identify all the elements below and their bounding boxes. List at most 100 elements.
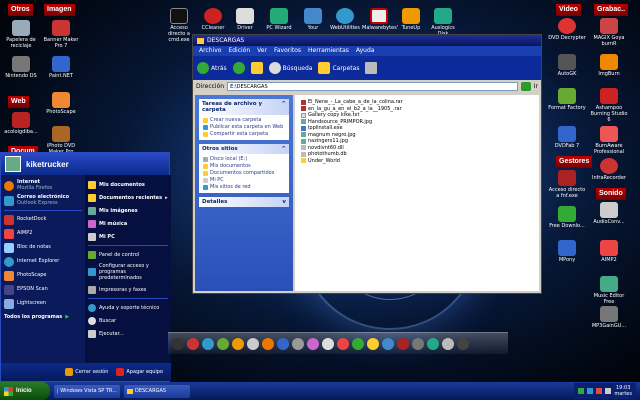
fnf-shortcut[interactable]: Acceso directo a fnf.exe	[548, 170, 586, 199]
task-new-folder[interactable]: Crear nueva carpeta	[203, 117, 285, 124]
format-factory-shortcut[interactable]: Format Factory	[548, 88, 586, 111]
sm-my-pc[interactable]: Mi PC	[85, 230, 171, 243]
sm-printers[interactable]: Impresoras y faxes	[85, 283, 171, 296]
taskbar-task-descargas[interactable]: DESCARGAS	[124, 384, 190, 398]
dock-item-icon[interactable]	[337, 337, 349, 350]
tray-icon[interactable]	[596, 388, 603, 394]
sm-control-panel[interactable]: Panel de control	[85, 248, 171, 261]
logoff-button[interactable]: Cerrar sesión	[65, 368, 108, 376]
file-item[interactable]: Under_World	[301, 158, 533, 165]
recent-ie[interactable]: Internet Explorer	[1, 255, 85, 269]
web-shortcut[interactable]: acoloigdiba...	[2, 112, 40, 135]
place-my-documents[interactable]: Mis documentos	[203, 163, 285, 170]
auslogics-shortcut[interactable]: Auslogics Disk	[426, 8, 460, 37]
malwarebytes-shortcut[interactable]: Malwarebytes'	[362, 8, 398, 31]
window-titlebar[interactable]: DESCARGAS	[193, 35, 541, 46]
autogk-shortcut[interactable]: AutoGK	[548, 54, 586, 77]
dock-item-icon[interactable]	[187, 337, 199, 350]
mpony-shortcut[interactable]: MPony	[548, 240, 586, 263]
up-folder-button[interactable]	[250, 62, 263, 74]
audioconverter-shortcut[interactable]: AudioConv...	[590, 202, 628, 225]
place-my-pc[interactable]: Mi PC	[203, 177, 285, 184]
sm-my-documents[interactable]: Mis documentos	[85, 178, 171, 191]
infrarecorder-shortcut[interactable]: InfraRecorder	[590, 158, 628, 181]
ashampoo-shortcut[interactable]: Ashampoo Burning Studio 6	[590, 88, 628, 123]
menu-edicion[interactable]: Edición	[228, 47, 250, 55]
sm-default-programs[interactable]: Configurar acceso y programas predetermi…	[85, 261, 171, 283]
tray-icon[interactable]	[587, 388, 594, 394]
start-button[interactable]: Inicio	[0, 382, 50, 400]
dock-item-icon[interactable]	[427, 337, 439, 350]
menu-archivo[interactable]: Archivo	[199, 47, 221, 55]
dock-item-icon[interactable]	[412, 337, 424, 350]
details-header[interactable]: Detalles v	[199, 197, 289, 207]
sm-my-music[interactable]: Mi música	[85, 217, 171, 230]
clock[interactable]: 19:03 martes	[614, 385, 632, 397]
music-editor-shortcut[interactable]: Music Editor Free	[590, 276, 628, 305]
paint-net-shortcut[interactable]: Paint.NET	[42, 56, 80, 79]
banner-maker-shortcut[interactable]: Banner Maker Pro 7	[42, 20, 80, 49]
dock-item-icon[interactable]	[232, 337, 244, 350]
dvd-decrypter-shortcut[interactable]: DVD Decrypter	[548, 18, 586, 41]
mp3gain-shortcut[interactable]: MP3GainGU...	[590, 306, 628, 329]
go-button[interactable]	[520, 81, 531, 91]
menu-ayuda[interactable]: Ayuda	[356, 47, 375, 55]
recent-rocketdock[interactable]: RocketDock	[1, 213, 85, 227]
menu-herramientas[interactable]: Herramientas	[308, 47, 349, 55]
place-network[interactable]: Mis sitios de red	[203, 184, 285, 191]
burnaware-shortcut[interactable]: BurnAware Professional	[590, 126, 628, 155]
dock-item-icon[interactable]	[202, 337, 214, 350]
dock-item-icon[interactable]	[247, 337, 259, 350]
place-local-disk[interactable]: Disco local (E:)	[203, 156, 285, 163]
recent-epson-scan[interactable]: EPSON Scan	[1, 283, 85, 297]
photoscape-shortcut[interactable]: PhotoScape	[42, 92, 80, 115]
pinned-email[interactable]: Correo electrónico Outlook Express	[1, 193, 85, 208]
free-downloader-shortcut[interactable]: Free Downlo...	[548, 206, 586, 229]
address-input[interactable]: E:\DESCARGAS	[227, 81, 518, 91]
nintendo-ds-shortcut[interactable]: Nintendo DS	[2, 56, 40, 79]
recent-lightscreen[interactable]: Lightscreen	[1, 297, 85, 311]
dock-item-icon[interactable]	[322, 337, 334, 350]
taskbar-task-vista[interactable]: Windows Vista SP TR...	[54, 384, 120, 398]
aimp2-shortcut[interactable]: AIMP2	[590, 240, 628, 263]
dock-item-icon[interactable]	[352, 337, 364, 350]
avatar[interactable]	[5, 156, 21, 172]
tuneup-shortcut[interactable]: TuneUp	[394, 8, 428, 31]
driver-shortcut[interactable]: Driver	[228, 8, 262, 31]
task-publish-web[interactable]: Publicar esta carpeta en Web	[203, 124, 285, 131]
imgburn-shortcut[interactable]: ImgBurn	[590, 54, 628, 77]
views-button[interactable]	[365, 62, 378, 74]
file-tasks-header[interactable]: Tareas de archivo y carpeta ^	[199, 99, 289, 115]
dock-item-icon[interactable]	[457, 337, 469, 350]
recycle-bin-shortcut[interactable]: Papelera de reciclaje	[2, 20, 40, 49]
sm-recent-documents[interactable]: Documentos recientes ▸	[85, 191, 171, 204]
shutdown-button[interactable]: Apagar equipo	[116, 368, 163, 376]
pc-wizard-shortcut[interactable]: PC Wizard	[262, 8, 296, 31]
task-share-folder[interactable]: Compartir esta carpeta	[203, 131, 285, 138]
sm-run[interactable]: Ejecutar...	[85, 327, 171, 340]
magix-shortcut[interactable]: MAGIX Goya burnR	[590, 18, 628, 47]
sm-help[interactable]: Ayuda y soporte técnico	[85, 301, 171, 314]
all-programs-button[interactable]: Todos los programas ▶	[1, 311, 85, 325]
dock-item-icon[interactable]	[367, 337, 379, 350]
sm-search[interactable]: Buscar	[85, 314, 171, 327]
dock-item-icon[interactable]	[217, 337, 229, 350]
recent-photoscape[interactable]: PhotoScape	[1, 269, 85, 283]
dock-item-icon[interactable]	[382, 337, 394, 350]
dock-item-icon[interactable]	[262, 337, 274, 350]
tray-icon[interactable]	[578, 388, 585, 394]
back-button[interactable]: Atrás	[197, 62, 227, 74]
recent-notepad[interactable]: Bloc de notas	[1, 241, 85, 255]
sm-my-pictures[interactable]: Mis imágenes	[85, 204, 171, 217]
forward-button[interactable]	[232, 62, 245, 74]
pinned-internet[interactable]: Internet Mozilla Firefox	[1, 178, 85, 193]
webutilities-shortcut[interactable]: WebUtilities	[328, 8, 362, 31]
other-places-header[interactable]: Otros sitios ^	[199, 144, 289, 154]
your-shortcut[interactable]: Your	[296, 8, 330, 31]
iphoto-dvd-shortcut[interactable]: iPhoto DVD Maker Pro	[42, 126, 80, 155]
menu-favoritos[interactable]: Favoritos	[274, 47, 301, 55]
folders-button[interactable]: Carpetas	[318, 62, 359, 74]
recent-aimp2[interactable]: AIMP2	[1, 227, 85, 241]
cmd-shortcut[interactable]: Acceso directo a cmd.exe	[162, 8, 196, 43]
place-shared-documents[interactable]: Documentos compartidos	[203, 170, 285, 177]
